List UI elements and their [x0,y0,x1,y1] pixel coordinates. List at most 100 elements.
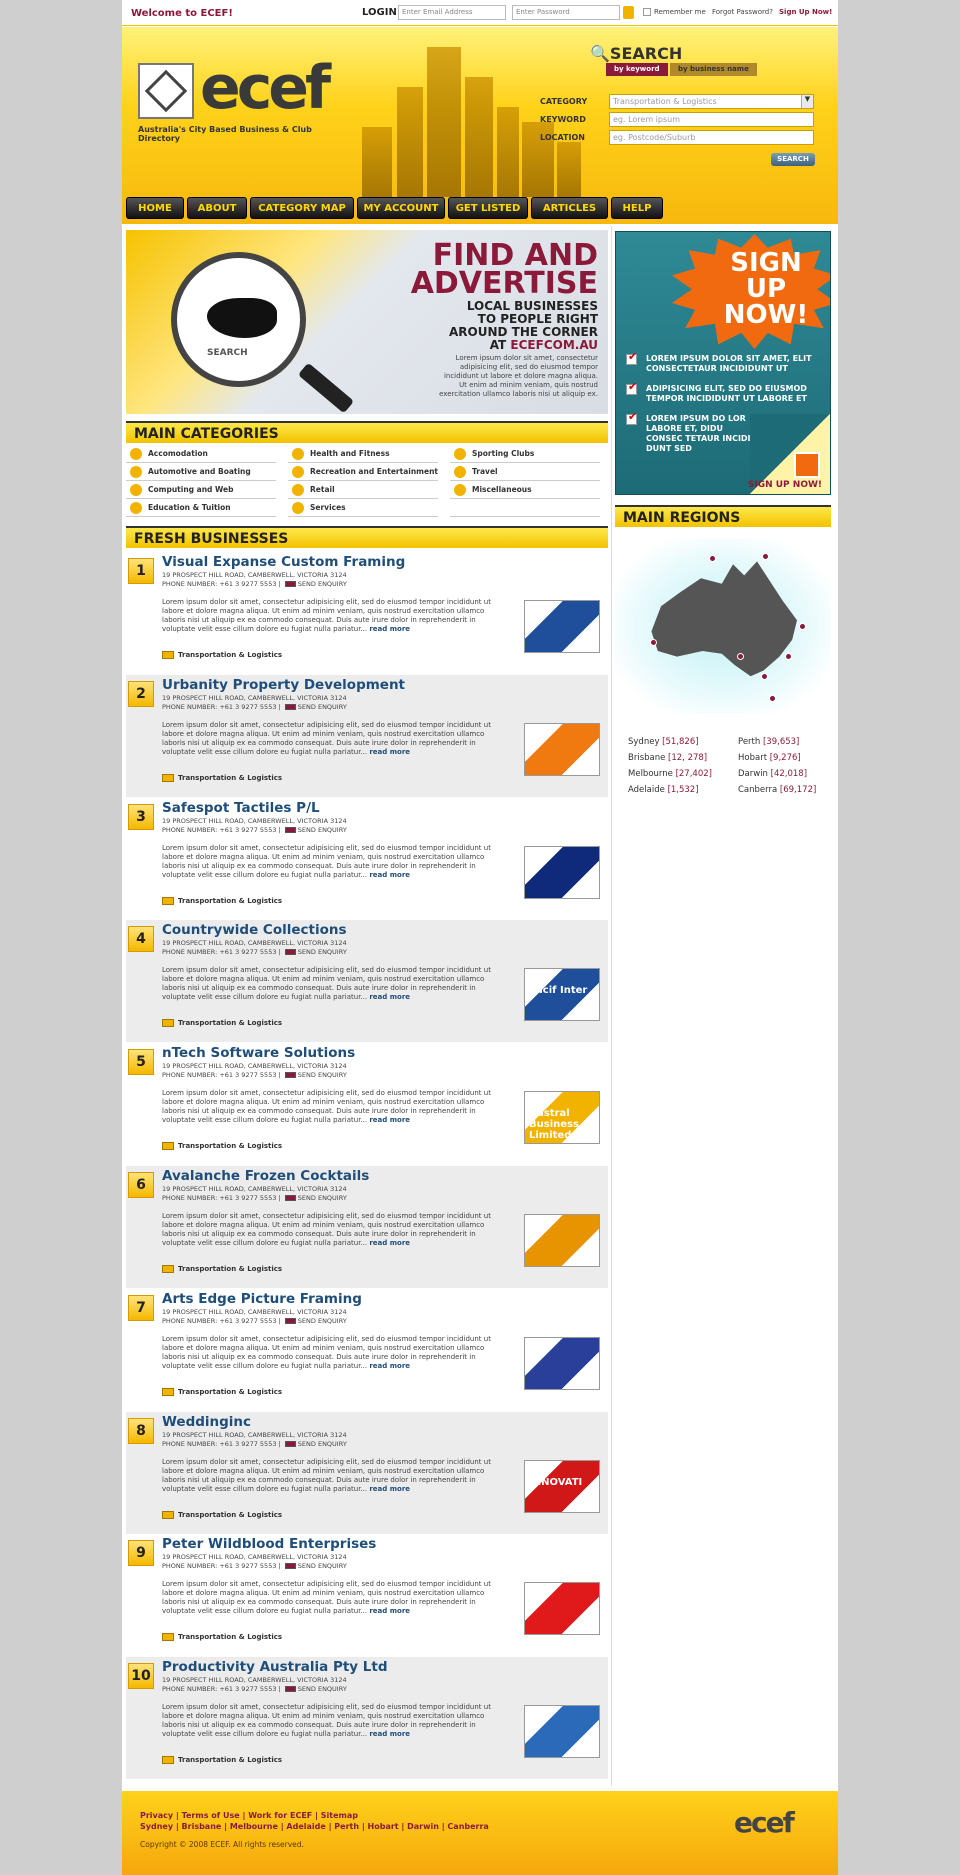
send-enquiry-link[interactable]: SEND ENQUIRY [298,1685,347,1693]
region-sydney[interactable]: Sydney [51,826] [628,737,699,747]
business-name-link[interactable]: nTech Software Solutions [162,1045,355,1061]
region-canberra[interactable]: Canberra [69,172] [738,785,816,795]
lock-icon[interactable] [623,6,634,19]
footer-logo[interactable]: ecef [734,1806,822,1840]
category-sporting-clubs[interactable]: Sporting Clubs [450,446,600,463]
envelope-icon[interactable] [284,1440,296,1447]
map-pin-hobart[interactable] [769,695,776,702]
business-logo[interactable] [524,845,600,899]
business-logo[interactable]: Pacif Inter [524,968,600,1022]
chevron-down-icon[interactable]: ▼ [801,95,813,108]
footer-city-links[interactable]: Sydney | Brisbane | Melbourne | Adelaide… [140,1822,489,1831]
send-enquiry-link[interactable]: SEND ENQUIRY [298,1562,347,1570]
business-listing[interactable]: 1 Visual Expanse Custom Framing 19 PROSPEC… [126,552,608,674]
tab-by-business-name[interactable]: by business name [670,63,757,76]
envelope-icon[interactable] [284,1317,296,1324]
map-pin-adelaide[interactable] [737,653,744,660]
business-logo[interactable]: INNOVATI [524,1459,600,1513]
nav-home[interactable]: HOME [126,197,184,219]
search-button[interactable]: SEARCH [771,153,815,166]
category-miscellaneous[interactable]: Miscellaneous [450,482,600,499]
map-pin-cairns[interactable] [762,553,769,560]
business-listing[interactable]: 6 Avalanche Frozen Cocktails 19 PROSPECT H… [126,1166,608,1288]
business-logo[interactable] [524,722,600,776]
envelope-icon[interactable] [284,949,296,956]
signup-now-link[interactable]: SIGN UP NOW! [748,480,822,490]
hero-banner[interactable]: SEARCH FIND AND ADVERTISE LOCAL BUSINESSE… [126,230,608,414]
business-category[interactable]: Transportation & Logistics [162,896,282,905]
send-enquiry-link[interactable]: SEND ENQUIRY [298,826,347,834]
business-name-link[interactable]: Countrywide Collections [162,922,347,938]
sign-up-promo[interactable]: SIGN UP NOW! ✔ LOREM IPSUM DOLOR SIT AME… [615,231,831,495]
business-logo[interactable] [524,1705,600,1759]
business-listing[interactable]: 5 nTech Software Solutions 19 PROSPECT HIL… [126,1043,608,1165]
map-pin-melbourne[interactable] [761,673,768,680]
category-health-fitness[interactable]: Health and Fitness [288,446,438,463]
logo[interactable]: ecef Australia's City Based Business & C… [138,53,348,157]
business-category[interactable]: Transportation & Logistics [162,1756,282,1765]
read-more-link[interactable]: read more [369,748,410,756]
nav-about[interactable]: ABOUT [187,197,247,219]
sign-up-link[interactable]: Sign Up Now! [779,8,832,16]
business-listing[interactable]: 3 Safespot Tactiles P/L 19 PROSPECT HILL R… [126,798,608,920]
business-logo[interactable]: Austral Business Limited [524,1091,600,1145]
business-category[interactable]: Transportation & Logistics [162,1633,282,1642]
email-field[interactable]: Enter Email Address [398,5,506,20]
category-accomodation[interactable]: Accomodation [126,446,276,463]
business-listing[interactable]: 2 Urbanity Property Development 19 PROSPEC… [126,674,608,797]
send-enquiry-link[interactable]: SEND ENQUIRY [298,580,347,588]
read-more-link[interactable]: read more [369,1607,410,1615]
send-enquiry-link[interactable]: SEND ENQUIRY [298,948,347,956]
business-listing[interactable]: 7 Arts Edge Picture Framing 19 PROSPECT HI… [126,1289,608,1411]
read-more-link[interactable]: read more [369,993,410,1001]
business-name-link[interactable]: Productivity Australia Pty Ltd [162,1659,388,1675]
business-category[interactable]: Transportation & Logistics [162,1387,282,1396]
envelope-icon[interactable] [284,826,296,833]
business-name-link[interactable]: Urbanity Property Development [162,677,405,693]
region-brisbane[interactable]: Brisbane [12, 278] [628,753,707,763]
category-select[interactable]: Transportation & Logistics ▼ [609,94,814,109]
australia-map[interactable] [615,539,831,714]
business-logo[interactable] [524,1336,600,1390]
footer-links[interactable]: Privacy | Terms of Use | Work for ECEF |… [140,1811,358,1820]
business-name-link[interactable]: Arts Edge Picture Framing [162,1291,362,1307]
send-enquiry-link[interactable]: SEND ENQUIRY [298,1194,347,1202]
envelope-icon[interactable] [284,1686,296,1693]
tab-by-keyword[interactable]: by keyword [606,63,668,76]
nav-get-listed[interactable]: GET LISTED [448,197,528,219]
category-services[interactable]: Services [288,500,438,517]
envelope-icon[interactable] [284,581,296,587]
map-pin-darwin[interactable] [709,555,716,562]
nav-category-map[interactable]: CATEGORY MAP [250,197,354,219]
region-darwin[interactable]: Darwin [42,018] [738,769,807,779]
region-perth[interactable]: Perth [39,653] [738,737,799,747]
business-name-link[interactable]: Avalanche Frozen Cocktails [162,1168,369,1184]
business-listing[interactable]: 10 Productivity Australia Pty Ltd 19 PROSP… [126,1657,608,1780]
envelope-icon[interactable] [284,1195,296,1201]
read-more-link[interactable]: read more [369,1116,410,1124]
nav-articles[interactable]: ARTICLES [531,197,608,219]
envelope-icon[interactable] [284,1072,296,1079]
map-pin-sydney[interactable] [785,653,792,660]
remember-me-checkbox[interactable]: Remember me [643,8,706,16]
checkbox-icon[interactable] [643,8,651,16]
location-input[interactable]: eg. Postcode/Suburb [609,130,814,145]
category-recreation[interactable]: Recreation and Entertainment [288,464,438,481]
map-pin-brisbane[interactable] [799,623,806,630]
business-logo[interactable]: b [524,600,600,653]
category-retail[interactable]: Retail [288,482,438,499]
business-category[interactable]: Transportation & Logistics [162,1142,282,1151]
map-pin-perth[interactable] [650,639,657,646]
business-name-link[interactable]: Safespot Tactiles P/L [162,800,320,816]
category-education[interactable]: Education & Tuition [126,500,276,517]
read-more-link[interactable]: read more [369,871,410,879]
ecef-arrow-icon[interactable] [794,452,820,478]
region-adelaide[interactable]: Adelaide [1,532] [628,785,699,795]
read-more-link[interactable]: read more [369,1485,410,1493]
envelope-icon[interactable] [284,703,296,710]
business-listing[interactable]: 4 Countrywide Collections 19 PROSPECT HILL… [126,920,608,1043]
region-hobart[interactable]: Hobart [9,276] [738,753,801,763]
business-category[interactable]: Transportation & Logistics [162,1510,282,1519]
nav-my-account[interactable]: MY ACCOUNT [357,197,445,219]
keyword-input[interactable]: eg. Lorem ipsum [609,112,814,127]
